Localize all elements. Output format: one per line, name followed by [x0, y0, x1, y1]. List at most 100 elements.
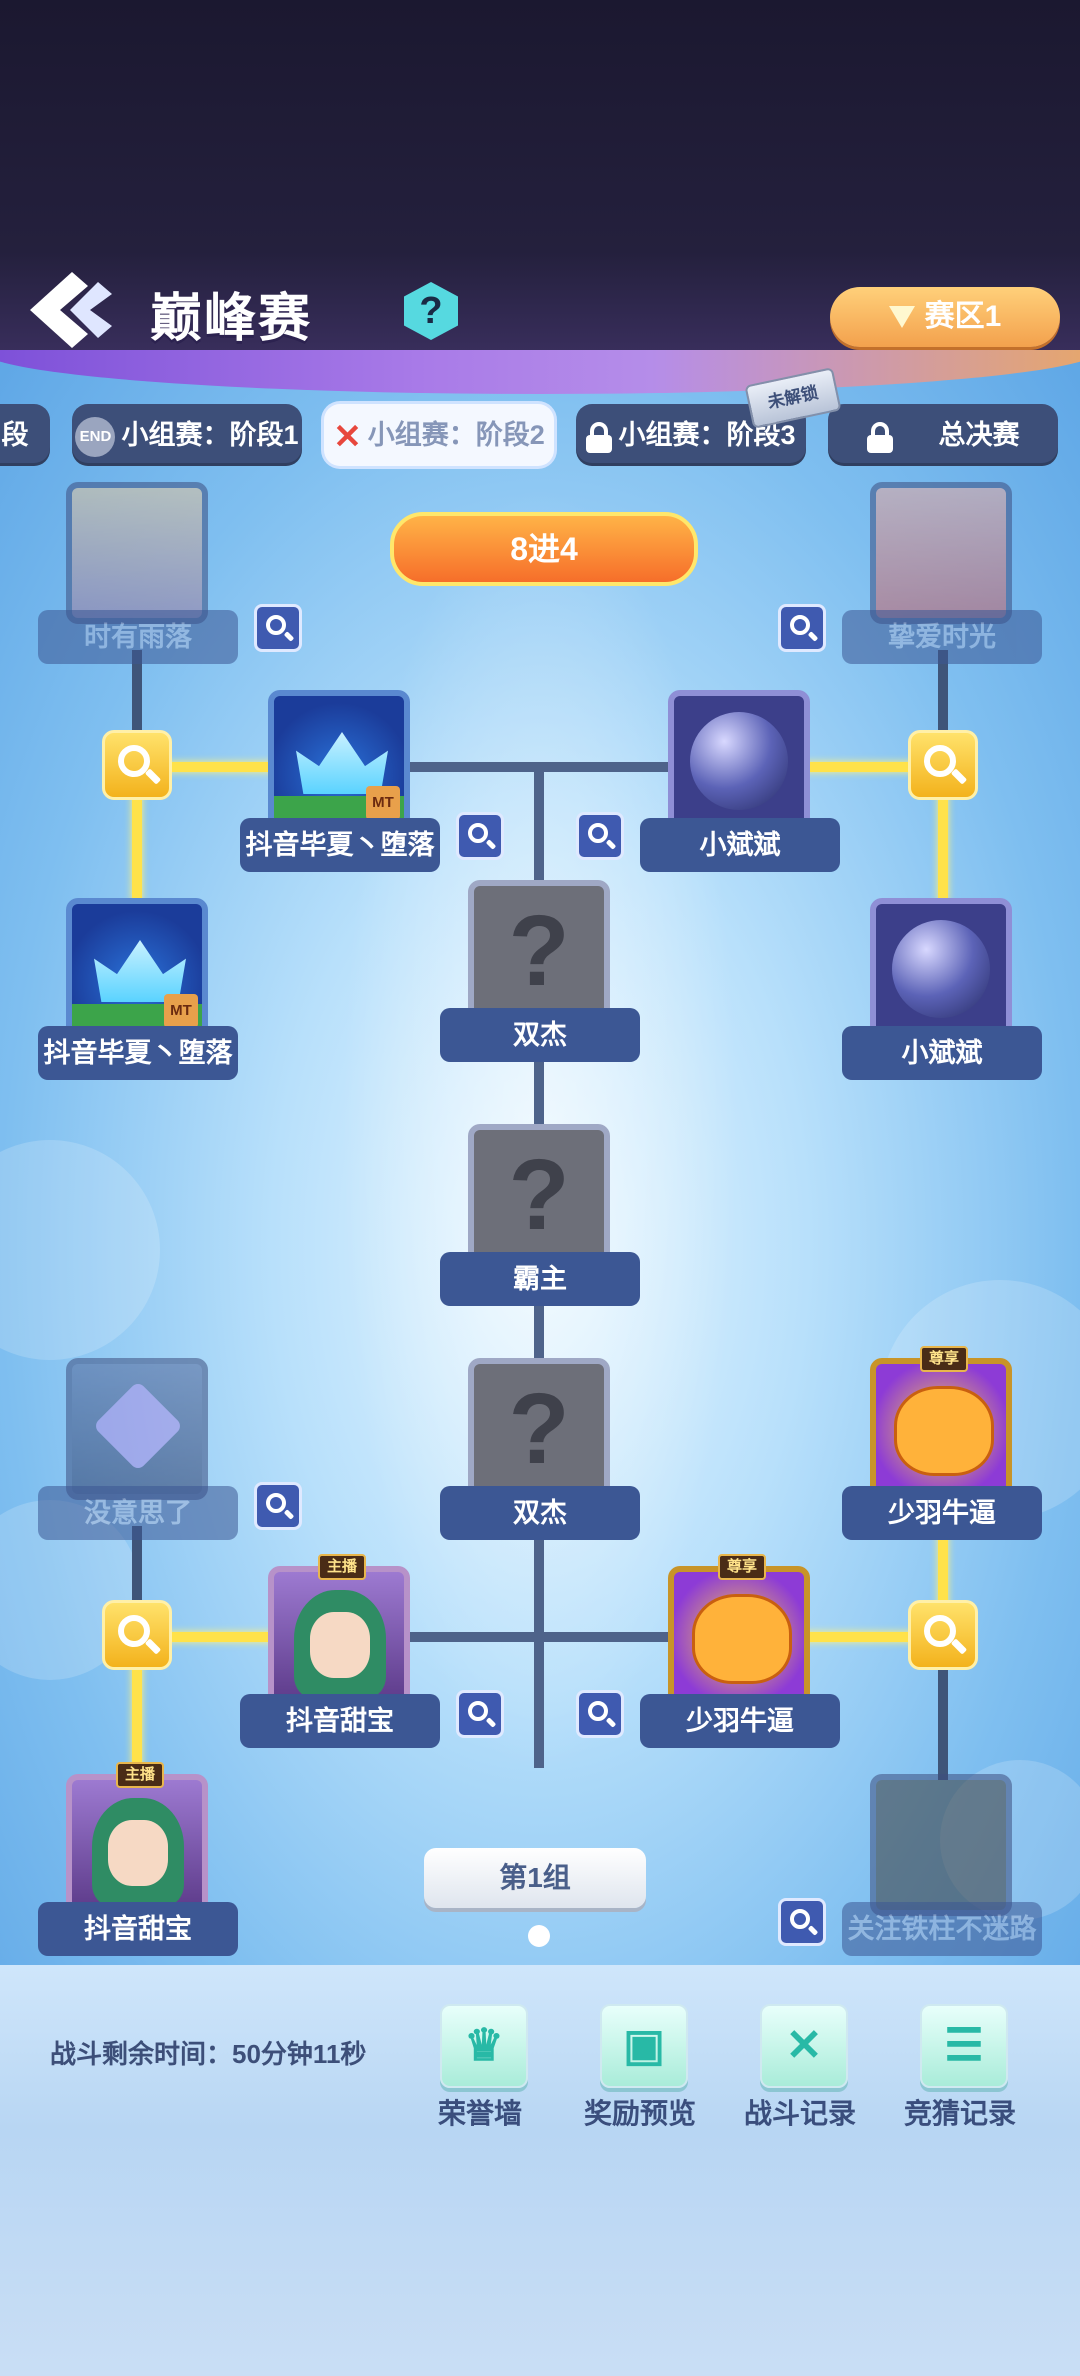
semifinal-slot[interactable]: ? 双杰: [440, 880, 640, 1070]
page-indicator-dot: [528, 1925, 550, 1947]
question-mark-icon: ?: [468, 1358, 610, 1500]
magnifier-icon: [790, 1909, 810, 1929]
player-info-button[interactable]: [254, 604, 302, 652]
crossed-swords-icon: ✕: [785, 2021, 823, 2070]
tab-finals[interactable]: 总决赛: [828, 404, 1058, 466]
player-card[interactable]: 小斌斌: [842, 898, 1042, 1088]
tab-group-stage-2[interactable]: ✕ 小组赛：阶段2: [324, 404, 554, 466]
player-info-button[interactable]: [576, 812, 624, 860]
mt-badge: MT: [164, 994, 198, 1028]
tab-label: 小组赛：阶段2: [367, 420, 545, 450]
tab-label: 小组赛：阶段1: [121, 420, 299, 450]
magnifier-icon: [790, 615, 810, 635]
player-name: 抖音毕夏丶堕落: [240, 818, 440, 872]
zone-selector-button[interactable]: 赛区1: [830, 287, 1060, 347]
dinosaur-avatar-icon: [894, 1386, 994, 1476]
player-name: 抖音甜宝: [38, 1902, 238, 1956]
player-name: 关注铁柱不迷路: [842, 1902, 1042, 1956]
group-selector-button[interactable]: 第1组: [424, 1848, 646, 1908]
crossed-swords-icon: ✕: [333, 417, 362, 456]
action-label: 竞猜记录: [903, 2098, 1016, 2129]
action-label: 奖励预览: [583, 2098, 696, 2129]
match-view-button[interactable]: [102, 730, 172, 800]
player-avatar: [66, 1774, 208, 1916]
vip-badge: 尊享: [718, 1554, 766, 1580]
battle-timer: 战斗剩余时间：50分钟11秒: [50, 2039, 367, 2069]
magnifier-icon: [468, 1701, 488, 1721]
player-card[interactable]: 时有雨落: [38, 482, 238, 672]
host-badge: 主播: [116, 1762, 164, 1788]
final-slot[interactable]: ? 霸主: [440, 1124, 640, 1314]
semifinal-slot[interactable]: ? 双杰: [440, 1358, 640, 1548]
player-avatar: [870, 1774, 1012, 1916]
meteor-orb-icon: [892, 920, 990, 1018]
trophy-icon: ♛: [464, 2021, 504, 2070]
player-card[interactable]: 主播 抖音甜宝: [240, 1554, 440, 1756]
magnifier-icon: [468, 823, 488, 843]
player-card[interactable]: 尊享 少羽牛逼: [640, 1554, 840, 1756]
player-card[interactable]: MT 抖音毕夏丶堕落: [38, 898, 238, 1088]
player-info-button[interactable]: [456, 812, 504, 860]
tab-label: 段: [1, 420, 29, 450]
triangle-down-icon: [888, 306, 915, 328]
player-avatar: [268, 1566, 410, 1708]
crown-icon: [296, 732, 388, 794]
double-chevron-left-icon: [30, 272, 112, 348]
player-info-button[interactable]: [576, 1690, 624, 1738]
zone-label: 赛区1: [924, 300, 1002, 333]
magnifier-icon: [266, 615, 286, 635]
lock-icon: [866, 421, 893, 453]
reward-preview-button[interactable]: ▣ 奖励预览: [570, 2004, 710, 2134]
vip-badge: 尊享: [920, 1346, 968, 1372]
mt-badge: MT: [366, 786, 400, 820]
match-view-button[interactable]: [102, 1600, 172, 1670]
player-name: 挚爱时光: [842, 610, 1042, 664]
player-card[interactable]: 主播 抖音甜宝: [38, 1762, 238, 1964]
guess-record-button[interactable]: ☰ 竞猜记录: [890, 2004, 1030, 2134]
question-mark-icon: ?: [468, 880, 610, 1022]
player-info-button[interactable]: [456, 1690, 504, 1738]
match-view-button[interactable]: [908, 1600, 978, 1670]
player-card[interactable]: MT 抖音毕夏丶堕落: [240, 690, 440, 880]
player-info-button[interactable]: [778, 604, 826, 652]
player-name: 少羽牛逼: [842, 1486, 1042, 1540]
player-name: 抖音甜宝: [240, 1694, 440, 1748]
slot-name: 双杰: [440, 1008, 640, 1062]
question-mark-icon: ?: [468, 1124, 610, 1266]
round-label: 8进4: [390, 512, 698, 586]
action-label: 战斗记录: [743, 2098, 856, 2129]
player-name: 时有雨落: [38, 610, 238, 664]
player-avatar: [66, 1358, 208, 1500]
heart-icon: [92, 1380, 184, 1472]
player-avatar: [870, 482, 1012, 624]
player-avatar: [668, 690, 810, 832]
player-avatar: [66, 482, 208, 624]
player-name: 没意思了: [38, 1486, 238, 1540]
match-view-button[interactable]: [908, 730, 978, 800]
tab-label: 总决赛: [938, 420, 1020, 450]
player-card[interactable]: 挚爱时光: [842, 482, 1042, 672]
player-card[interactable]: 关注铁柱不迷路: [842, 1774, 1042, 1964]
tab-stage-prev[interactable]: 段: [0, 404, 50, 466]
player-info-button[interactable]: [254, 1482, 302, 1530]
crown-icon: [94, 940, 186, 1002]
player-info-button[interactable]: [778, 1898, 826, 1946]
tab-group-stage-1[interactable]: END 小组赛：阶段1: [72, 404, 302, 466]
player-card[interactable]: 没意思了: [38, 1358, 238, 1548]
gift-icon: ▣: [623, 2021, 665, 2070]
player-card[interactable]: 尊享 少羽牛逼: [842, 1346, 1042, 1548]
magnifier-icon: [266, 1493, 286, 1513]
player-card[interactable]: 小斌斌: [640, 690, 840, 880]
battle-record-button[interactable]: ✕ 战斗记录: [730, 2004, 870, 2134]
honor-wall-button[interactable]: ♛ 荣誉墙: [410, 2004, 550, 2134]
player-avatar: [870, 898, 1012, 1040]
back-button[interactable]: [24, 268, 114, 352]
magnifier-icon: [588, 1701, 608, 1721]
lock-icon: [586, 421, 613, 453]
player-avatar: MT: [66, 898, 208, 1040]
player-avatar: [668, 1566, 810, 1708]
meteor-orb-icon: [690, 712, 788, 810]
host-badge: 主播: [318, 1554, 366, 1580]
action-label: 荣誉墙: [437, 2098, 522, 2129]
notes-icon: ☰: [944, 2021, 984, 2070]
